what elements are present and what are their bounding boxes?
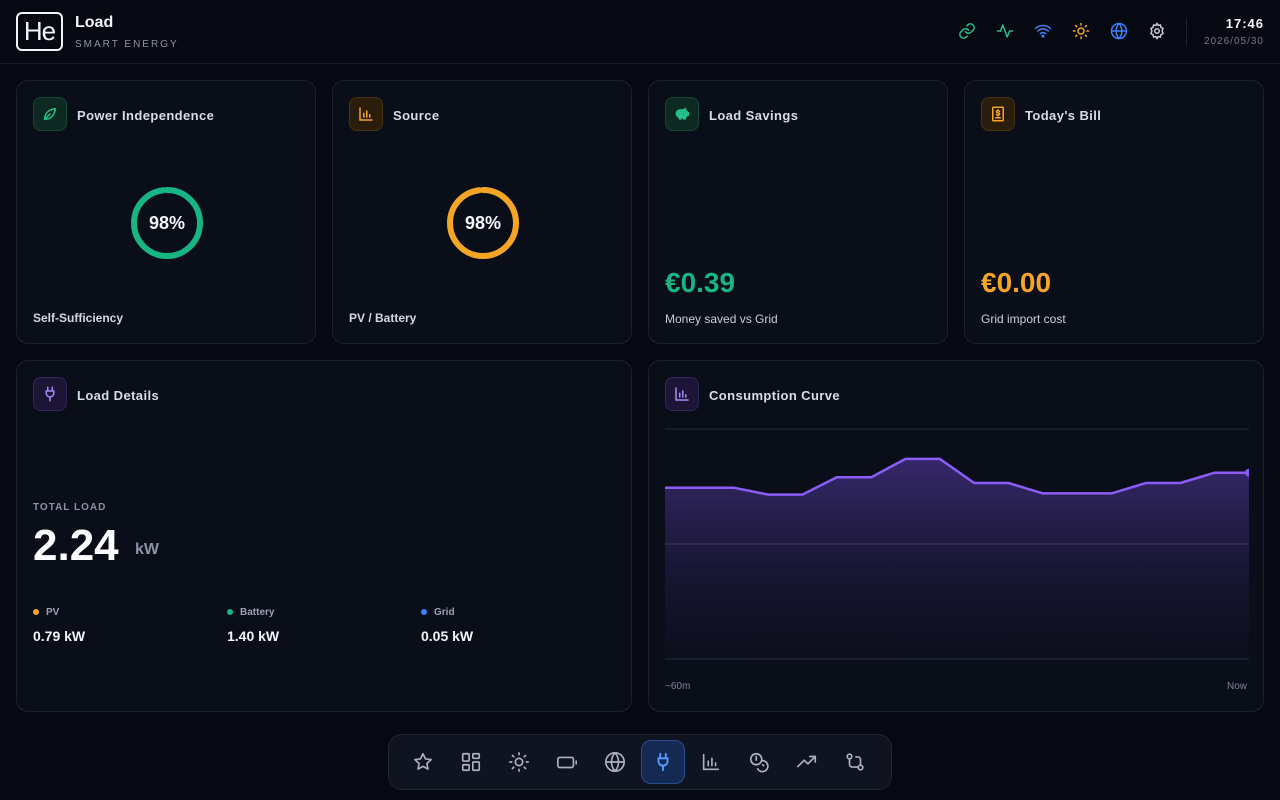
grid-icon [461, 752, 481, 772]
battery-icon [557, 756, 577, 769]
battery-nav-button[interactable] [545, 740, 589, 784]
x-axis-end-label: Now [1226, 681, 1247, 692]
card-title: Consumption Curve [709, 388, 841, 403]
favorites-nav-button[interactable] [401, 740, 445, 784]
load-details-card[interactable]: Load Details TOTAL LOAD 2.24 kW PV 0.79 … [16, 360, 632, 712]
stats-nav-button[interactable] [689, 740, 733, 784]
bottom-nav [388, 734, 892, 790]
consumption-area [665, 458, 1249, 659]
card-title: Load Savings [709, 108, 799, 123]
plug-icon [33, 377, 67, 411]
activity-icon[interactable] [996, 22, 1014, 40]
sun-icon[interactable] [1072, 22, 1090, 40]
load-savings-card[interactable]: Load Savings €0.39 Money saved vs Grid [648, 80, 948, 344]
chart-icon [665, 377, 699, 411]
globe-icon [605, 752, 625, 772]
top-bar: He Load SMART ENERGY 17:46 2026/05/30 [0, 0, 1280, 64]
cost-nav-button[interactable] [737, 740, 781, 784]
savings-amount: €0.39 [665, 267, 736, 298]
battery-dot [227, 609, 233, 615]
todays-bill-card[interactable]: Today's Bill €0.00 Grid import cost [964, 80, 1264, 344]
clock-time: 17:46 [1225, 16, 1264, 31]
clock-date: 2026/05/30 [1203, 36, 1264, 47]
pv-dot [33, 609, 39, 615]
logo-text: He [23, 16, 56, 46]
bill-caption: Grid import cost [981, 312, 1066, 326]
total-load-unit: kW [135, 541, 159, 558]
power-independence-card[interactable]: Power Independence 98% Self-Sufficiency [16, 80, 316, 344]
bill-amount: €0.00 [981, 267, 1052, 298]
git-compare-icon [846, 753, 864, 771]
trending-up-icon [797, 755, 817, 768]
sun-icon [509, 752, 529, 772]
grid-dot [421, 609, 427, 615]
savings-caption: Money saved vs Grid [665, 312, 778, 326]
card-title: Today's Bill [1025, 108, 1102, 123]
leaf-icon [33, 97, 67, 131]
source-label-pv: PV [33, 607, 59, 618]
wifi-icon[interactable] [1034, 22, 1052, 40]
total-load-label: TOTAL LOAD [33, 502, 107, 513]
card-title: Source [393, 108, 440, 123]
solar-nav-button[interactable] [497, 740, 541, 784]
independence-value: 98% [148, 213, 186, 233]
piggy-bank-icon [665, 97, 699, 131]
source-value-pv: 0.79 kW [33, 628, 86, 644]
bar-chart-icon [702, 753, 720, 771]
link-icon[interactable] [958, 22, 976, 40]
source-value-battery: 1.40 kW [227, 628, 280, 644]
x-axis-start-label: ~60m [665, 681, 691, 692]
card-title: Load Details [77, 388, 160, 403]
source-footer: PV / Battery [349, 311, 417, 325]
globe-icon[interactable] [1110, 22, 1128, 40]
flow-nav-button[interactable] [833, 740, 877, 784]
app-logo: He [16, 12, 63, 51]
source-card[interactable]: Source 98% PV / Battery [332, 80, 632, 344]
card-title: Power Independence [77, 108, 215, 123]
coins-icon [749, 752, 769, 773]
star-icon [414, 752, 432, 770]
source-value-grid: 0.05 kW [421, 628, 474, 644]
plug-icon [657, 752, 669, 772]
receipt-icon [981, 97, 1015, 131]
consumption-curve-card[interactable]: Consumption Curve ~60m Now [648, 360, 1264, 712]
source-label-grid: Grid [421, 607, 455, 618]
app-subtitle: SMART ENERGY [75, 39, 179, 50]
load-nav-button[interactable] [641, 740, 685, 784]
total-load-value: 2.24 [33, 521, 119, 570]
consumption-chart [665, 428, 1249, 660]
grid-nav-button[interactable] [593, 740, 637, 784]
independence-footer: Self-Sufficiency [33, 311, 124, 325]
bar-chart-icon [349, 97, 383, 131]
source-value: 98% [464, 213, 502, 233]
trend-nav-button[interactable] [785, 740, 829, 784]
app-title: Load [75, 14, 114, 31]
dashboard-nav-button[interactable] [449, 740, 493, 784]
source-label-battery: Battery [227, 607, 274, 618]
header-divider [1186, 18, 1187, 46]
gear-icon[interactable] [1148, 22, 1166, 40]
